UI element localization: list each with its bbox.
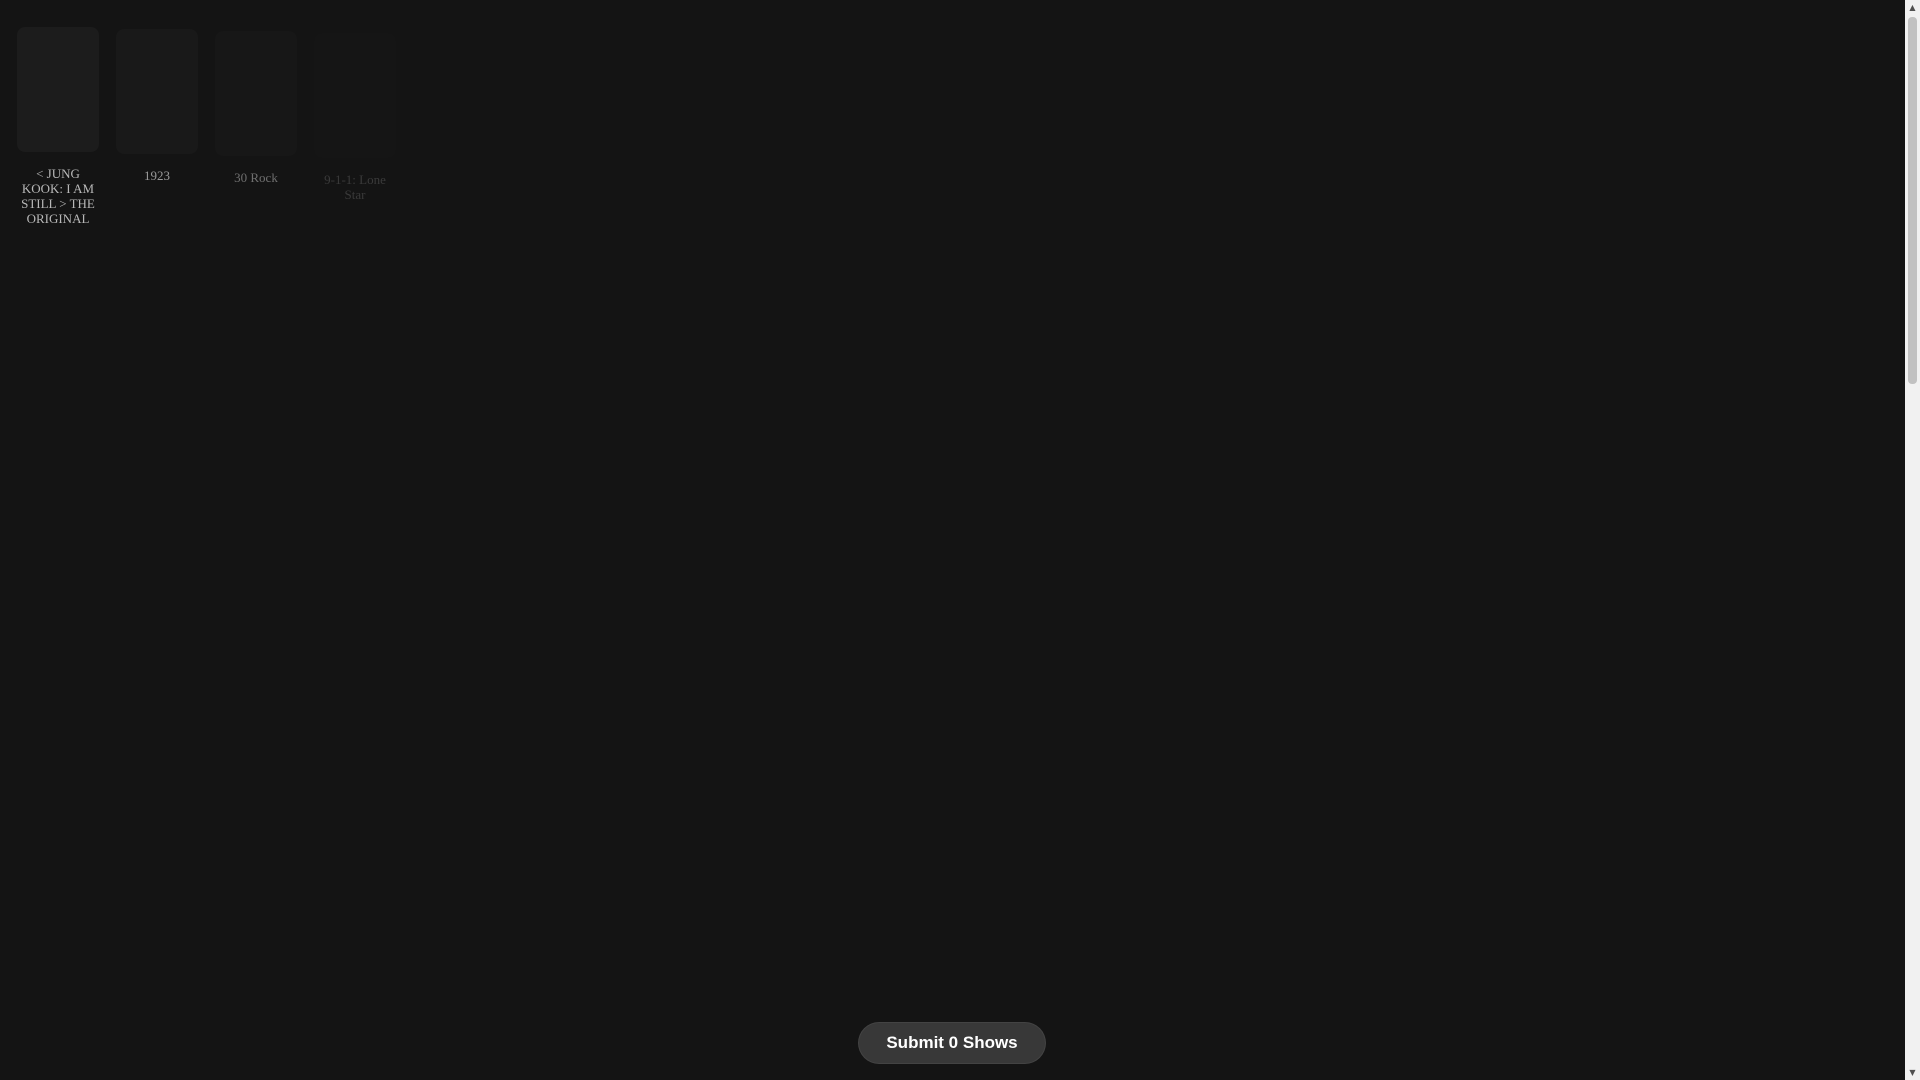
scrollbar-thumb[interactable] xyxy=(1908,17,1917,384)
show-title: < JUNG KOOK: I AM STILL > THE ORIGINAL xyxy=(21,166,95,226)
show-card[interactable]: 30 Rock xyxy=(215,27,297,185)
submit-shows-button[interactable]: Submit 0 Shows xyxy=(858,1022,1046,1064)
scroll-down-arrow-icon[interactable]: ▼ xyxy=(1905,1065,1920,1080)
show-poster[interactable] xyxy=(215,31,297,156)
show-poster[interactable] xyxy=(314,33,396,158)
show-grid: < JUNG KOOK: I AM STILL > THE ORIGINAL 1… xyxy=(17,27,396,226)
show-title: 30 Rock xyxy=(234,170,278,185)
show-card[interactable]: < JUNG KOOK: I AM STILL > THE ORIGINAL xyxy=(17,27,99,226)
show-poster[interactable] xyxy=(116,29,198,154)
show-card[interactable]: 1923 xyxy=(116,27,198,183)
scroll-up-arrow-icon[interactable]: ▲ xyxy=(1905,0,1920,15)
show-title: 9-1-1: Lone Star xyxy=(324,172,386,202)
vertical-scrollbar[interactable]: ▲ ▼ xyxy=(1905,0,1920,1080)
page: < JUNG KOOK: I AM STILL > THE ORIGINAL 1… xyxy=(0,0,1920,1080)
show-title: 1923 xyxy=(144,168,170,183)
show-card[interactable]: 9-1-1: Lone Star xyxy=(314,27,396,202)
show-poster[interactable] xyxy=(17,27,99,152)
